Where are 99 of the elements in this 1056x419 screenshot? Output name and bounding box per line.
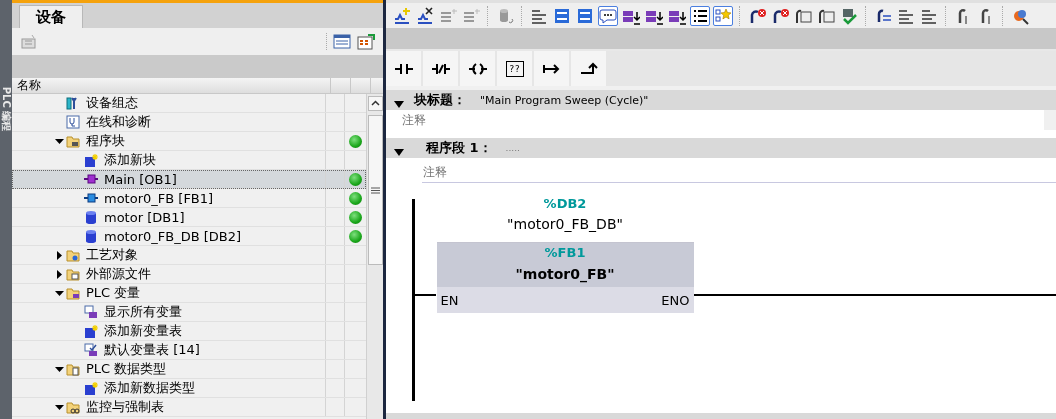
tree-item[interactable]: 工艺对象 [12, 246, 366, 265]
expanded-arrow-icon[interactable] [55, 138, 64, 144]
scrollbar[interactable] [366, 94, 383, 419]
error-jump-icon [771, 6, 789, 25]
block-address: %FB1 [544, 244, 586, 262]
empty-box-button[interactable]: ?? [497, 51, 532, 86]
tree-item[interactable]: 添加新变量表 [12, 322, 366, 341]
database-icon [84, 229, 98, 243]
branch-button[interactable] [571, 51, 606, 86]
item-label: 显示所有变量 [104, 303, 182, 321]
contact-button[interactable] [423, 51, 458, 86]
delete-network-icon [416, 6, 434, 25]
tree-item[interactable]: 在线和诊断 [12, 113, 366, 132]
instance-name: "motor0_FB_DB" [507, 215, 623, 234]
star-button[interactable] [713, 5, 733, 26]
expanded-arrow-icon[interactable] [55, 366, 64, 372]
item-label: PLC 数据类型 [86, 360, 167, 378]
device-icon [66, 96, 80, 110]
item-label: 在线和诊断 [86, 113, 151, 131]
output-pin: ENO [661, 292, 690, 308]
function-block[interactable]: %FB1 "motor0_FB" EN ENO [436, 242, 694, 313]
tree-item[interactable]: PLC 变量 [12, 284, 366, 303]
comment-icon [599, 6, 617, 25]
error-jump-icon [748, 6, 766, 25]
tree-item[interactable]: 设备组态 [12, 94, 366, 113]
insert-row-icon [439, 6, 457, 25]
tree-item[interactable]: 添加新数据类型 [12, 379, 366, 398]
tab[interactable]: 设备 [19, 5, 83, 28]
panel-icon [553, 6, 571, 25]
expanded-arrow-icon[interactable] [55, 404, 64, 410]
input-pin: EN [440, 292, 459, 308]
tree-item[interactable]: 显示所有变量 [12, 303, 366, 322]
coil-button[interactable] [460, 51, 495, 86]
item-label: Main [OB1] [104, 171, 177, 187]
tree-item[interactable]: 默认变量表 [14] [12, 341, 366, 360]
item-label: PLC 变量 [86, 284, 141, 302]
list-button[interactable] [690, 5, 710, 26]
expanded-arrow-icon[interactable] [55, 290, 64, 296]
coil-icon [468, 60, 487, 77]
item-label: 添加新变量表 [104, 322, 182, 340]
folder-icon [66, 400, 80, 414]
tree-item[interactable]: PLC 数据类型 [12, 360, 366, 379]
item-label: motor [DB1] [104, 209, 185, 225]
panel-icon [576, 6, 594, 25]
diagnostics-icon [66, 115, 80, 129]
append-row-icon [462, 6, 480, 25]
delete-network-button[interactable] [415, 5, 435, 26]
expanded-arrow-icon[interactable] [394, 149, 404, 156]
star-icon [714, 6, 732, 25]
table-view-icon[interactable] [333, 34, 351, 49]
tree-item[interactable]: 监控与强制表 [12, 398, 366, 417]
item-label: 添加新数据类型 [104, 379, 195, 397]
tree-item[interactable]: 程序块 [12, 132, 366, 151]
block-name: "motor0_FB" [515, 265, 615, 285]
instance-address: %DB2 [543, 195, 587, 213]
tree-item[interactable]: motor [DB1] [12, 208, 366, 227]
item-label: 默认变量表 [14] [104, 341, 200, 359]
item-label: motor0_FB_DB [DB2] [104, 228, 242, 244]
tree-item[interactable]: 外部源文件 [12, 265, 366, 284]
branch-button[interactable] [534, 51, 569, 86]
database-icon [84, 210, 98, 224]
item-label: 工艺对象 [86, 246, 138, 264]
item-label: motor0_FB [FB1] [104, 190, 214, 206]
item-label: 设备组态 [86, 94, 138, 112]
block-icon [84, 172, 98, 186]
tag-table-icon [84, 343, 98, 357]
comment-field[interactable]: 注释 [386, 110, 1044, 130]
wire [415, 294, 436, 296]
new-item-icon [84, 324, 98, 338]
folder-icon [66, 362, 80, 376]
side-tab-label[interactable]: PLC 编程 [0, 86, 13, 132]
comment-field[interactable]: 注释 [422, 163, 1056, 183]
grip-icon[interactable] [370, 186, 380, 194]
comment-button[interactable] [598, 5, 618, 26]
new-item-icon [84, 153, 98, 167]
item-label: 外部源文件 [86, 265, 151, 283]
check-icon [840, 6, 858, 25]
new-item-icon [84, 381, 98, 395]
tree-item[interactable]: motor0_FB [FB1] [12, 189, 366, 208]
insert-network-button[interactable] [392, 5, 412, 26]
item-label: 程序块 [86, 132, 125, 150]
network-title: 程序段 1： [426, 139, 492, 157]
insert-network-icon [393, 6, 411, 25]
item-label: 添加新块 [104, 151, 156, 169]
expanded-arrow-icon[interactable] [394, 101, 404, 108]
table-refresh-icon[interactable] [357, 33, 377, 50]
folder-icon [66, 267, 80, 281]
tree-item[interactable]: Main [OB1] [12, 170, 366, 189]
section-title: 块标题： [414, 91, 466, 109]
folder-icon [66, 286, 80, 300]
tree-item[interactable]: motor0_FB_DB [DB2] [12, 227, 366, 246]
block-icon [84, 191, 98, 205]
block-title: "Main Program Sweep (Cycle)" [480, 93, 649, 107]
folder-icon [66, 248, 80, 262]
tags-icon [84, 305, 98, 319]
item-label: 监控与强制表 [86, 398, 164, 416]
branch-icon [579, 60, 598, 77]
contact-button[interactable] [386, 51, 421, 86]
folder-icon [66, 134, 80, 148]
